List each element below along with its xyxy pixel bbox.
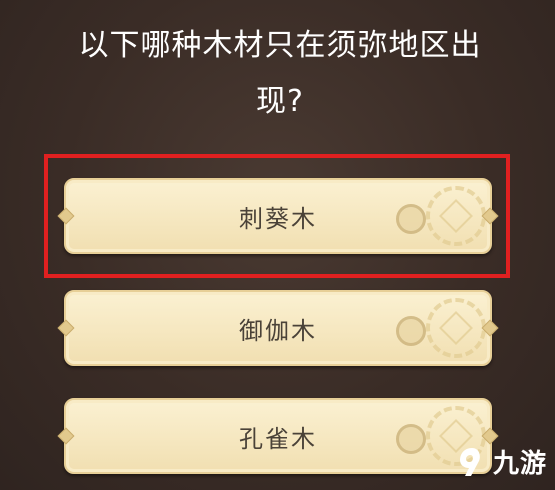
question-text: 以下哪种木材只在须弥地区出 现? [60, 18, 500, 130]
selected-answer-highlight [44, 154, 510, 278]
ornament-gear-icon [426, 298, 486, 358]
ornament-circle-icon [396, 316, 426, 346]
jiuyou-logo-icon [459, 447, 480, 476]
watermark: 九游 [455, 443, 547, 480]
question-line-2: 现? [256, 84, 304, 119]
watermark-text: 九游 [492, 449, 547, 479]
ornament-circle-icon [396, 424, 426, 454]
answer-option-3[interactable]: 孔雀木 [64, 398, 492, 474]
question-line-1: 以下哪种木材只在须弥地区出 [78, 28, 482, 63]
answer-option-2[interactable]: 御伽木 [64, 290, 492, 366]
